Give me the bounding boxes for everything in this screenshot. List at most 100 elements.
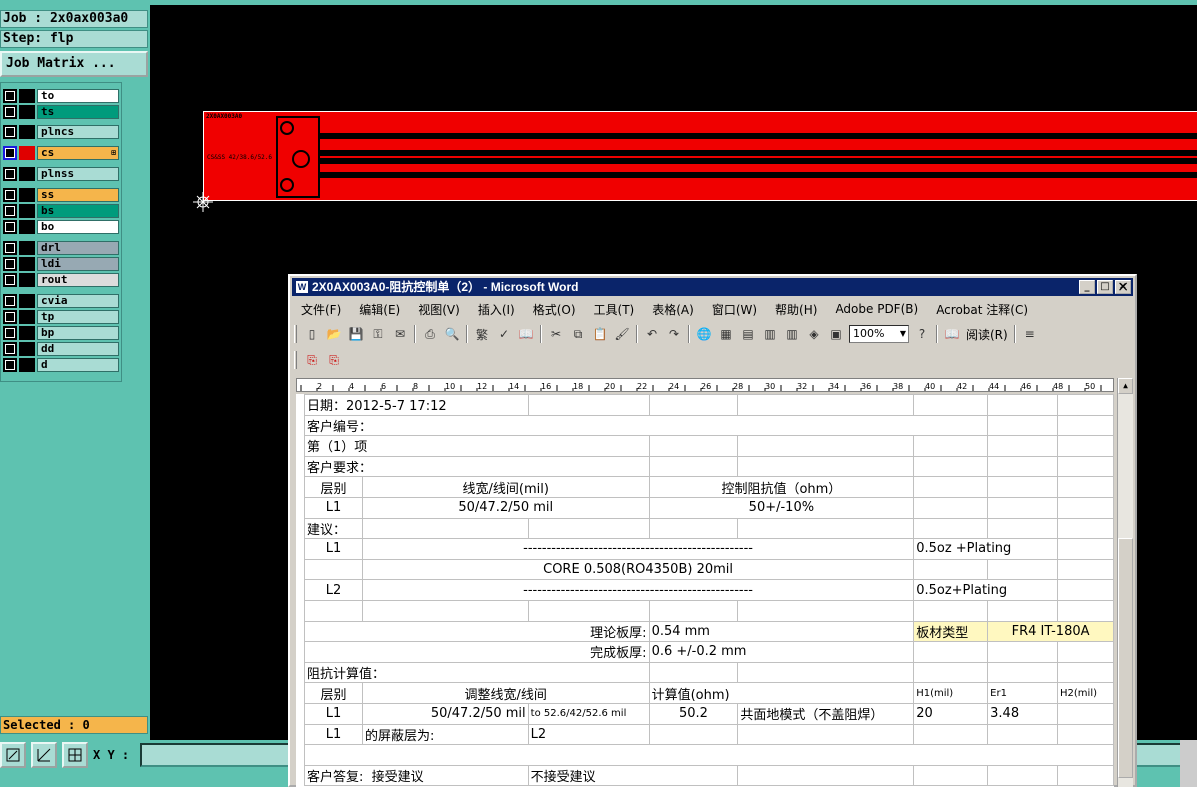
- table-cell[interactable]: [737, 764, 915, 787]
- table-cell[interactable]: [737, 723, 915, 746]
- table-cell[interactable]: [913, 641, 989, 663]
- menu-item-9[interactable]: Adobe PDF(B): [826, 302, 927, 316]
- layer-row-bs[interactable]: bs: [3, 203, 119, 218]
- redo-icon[interactable]: ↷: [664, 324, 684, 344]
- table-cell[interactable]: [1057, 394, 1114, 416]
- table-cell[interactable]: [304, 599, 363, 622]
- layer-row-cvia[interactable]: cvia: [3, 293, 119, 308]
- calc-header-h2[interactable]: H2(mil): [1057, 682, 1114, 704]
- table-cell[interactable]: [648, 517, 739, 540]
- layer-color-swatch[interactable]: [19, 325, 35, 340]
- calc-header-er[interactable]: Er1: [987, 682, 1059, 704]
- scroll-thumb[interactable]: [1118, 538, 1133, 778]
- table-cell[interactable]: [987, 455, 1059, 478]
- layer-name[interactable]: d: [37, 357, 119, 372]
- table-cell[interactable]: [913, 517, 989, 540]
- insert-excel-icon[interactable]: ▥: [760, 324, 780, 344]
- layer-row-ts[interactable]: ts: [3, 104, 119, 119]
- layer-name[interactable]: tp: [37, 309, 119, 324]
- calc-h1[interactable]: 20: [913, 702, 989, 725]
- layer-name[interactable]: cvia: [37, 293, 119, 308]
- layer-color-swatch[interactable]: [19, 88, 35, 103]
- layer-row-dd[interactable]: dd: [3, 341, 119, 356]
- zoom-select[interactable]: 100% ▼: [849, 325, 909, 343]
- undo-icon[interactable]: ↶: [642, 324, 662, 344]
- table-cell[interactable]: [913, 764, 989, 787]
- layer-checkbox[interactable]: [3, 272, 17, 287]
- print-icon[interactable]: ⎙: [420, 324, 440, 344]
- layer-checkbox[interactable]: [3, 240, 17, 255]
- toolbar-grip[interactable]: [294, 351, 297, 369]
- layer-color-swatch[interactable]: [19, 357, 35, 372]
- word-window[interactable]: W 2X0AX003A0-阻抗控制单（2） - Microsoft Word _…: [288, 274, 1137, 787]
- table-cell[interactable]: [987, 517, 1059, 540]
- table-cell[interactable]: [987, 599, 1059, 622]
- menu-item-10[interactable]: Acrobat 注释(C): [927, 301, 1037, 318]
- layer-checkbox[interactable]: [3, 124, 17, 139]
- table-cell[interactable]: [1057, 435, 1114, 457]
- convert-pdf-icon[interactable]: ⎘: [302, 350, 322, 370]
- layer-name[interactable]: ts: [37, 104, 119, 119]
- pdf-email-icon[interactable]: ⎘: [324, 350, 344, 370]
- table-cell[interactable]: [1057, 414, 1114, 437]
- layer-checkbox[interactable]: [3, 341, 17, 356]
- table-cell[interactable]: [648, 661, 739, 684]
- layer-name[interactable]: bs: [37, 203, 119, 218]
- layer-checkbox[interactable]: [3, 104, 17, 119]
- theory-thickness-label[interactable]: 理论板厚:: [304, 620, 650, 643]
- layer-row-plnss[interactable]: plnss: [3, 166, 119, 181]
- stack-core[interactable]: CORE 0.508(RO4350B) 20mil: [361, 558, 915, 581]
- table-cell[interactable]: [1057, 455, 1114, 478]
- layer-color-swatch[interactable]: [19, 124, 35, 139]
- calc-header-layer[interactable]: 层别: [304, 682, 363, 704]
- table-cell[interactable]: [648, 455, 739, 478]
- stack-line[interactable]: ----------------------------------------…: [361, 579, 915, 601]
- layer-color-swatch[interactable]: [19, 166, 35, 181]
- table-cell[interactable]: [987, 764, 1059, 787]
- menu-item-8[interactable]: 帮助(H): [766, 301, 826, 318]
- measure-button[interactable]: [31, 742, 57, 768]
- stack-layer[interactable]: L2: [304, 579, 363, 601]
- table-cell[interactable]: [1057, 764, 1114, 787]
- layer-row-to[interactable]: to: [3, 88, 119, 103]
- layer-checkbox[interactable]: [3, 219, 17, 234]
- layer-checkbox[interactable]: [3, 357, 17, 372]
- req-impedance[interactable]: 50+/-10%: [648, 496, 915, 519]
- minimize-button[interactable]: _: [1079, 280, 1095, 294]
- material-label[interactable]: 板材类型: [913, 620, 989, 643]
- header-layer[interactable]: 层别: [304, 476, 363, 498]
- req-layer[interactable]: L1: [304, 496, 363, 519]
- layer-checkbox[interactable]: [3, 88, 17, 103]
- tables-borders-icon[interactable]: ▦: [716, 324, 736, 344]
- table-cell[interactable]: [987, 661, 1059, 684]
- insert-table-icon[interactable]: ▤: [738, 324, 758, 344]
- material-value[interactable]: FR4 IT-180A: [987, 620, 1114, 643]
- stack-layer[interactable]: L1: [304, 538, 363, 560]
- layer-color-swatch[interactable]: [19, 341, 35, 356]
- table-cell[interactable]: [913, 496, 989, 519]
- table-cell[interactable]: [648, 599, 739, 622]
- layer-color-swatch[interactable]: [19, 272, 35, 287]
- table-cell[interactable]: [1057, 599, 1114, 622]
- menu-item-7[interactable]: 窗口(W): [703, 301, 766, 318]
- layer-name[interactable]: dd: [37, 341, 119, 356]
- table-cell[interactable]: [987, 414, 1059, 437]
- layer-color-swatch[interactable]: [19, 145, 35, 160]
- traditional-chinese-icon[interactable]: 繁: [472, 324, 492, 344]
- read-icon[interactable]: 📖: [942, 324, 962, 344]
- menu-item-0[interactable]: 文件(F): [292, 301, 350, 318]
- table-cell[interactable]: [304, 744, 1114, 766]
- scroll-up-icon[interactable]: ▲: [1118, 378, 1133, 394]
- table-cell[interactable]: [913, 394, 989, 416]
- table-cell[interactable]: [1057, 496, 1114, 519]
- layer-name[interactable]: bp: [37, 325, 119, 340]
- reply-reject[interactable]: 不接受建议: [527, 764, 739, 787]
- calc-er[interactable]: 3.48: [987, 702, 1059, 725]
- item-cell[interactable]: 第（1）项: [304, 435, 650, 457]
- layer-name[interactable]: plnss: [37, 166, 119, 181]
- calc-width-a[interactable]: 50/47.2/50 mil: [361, 702, 529, 725]
- layer-name[interactable]: plncs: [37, 124, 119, 139]
- layer-row-bo[interactable]: bo: [3, 219, 119, 234]
- shield-label[interactable]: 的屏蔽层为:: [361, 723, 529, 746]
- layer-checkbox[interactable]: [3, 309, 17, 324]
